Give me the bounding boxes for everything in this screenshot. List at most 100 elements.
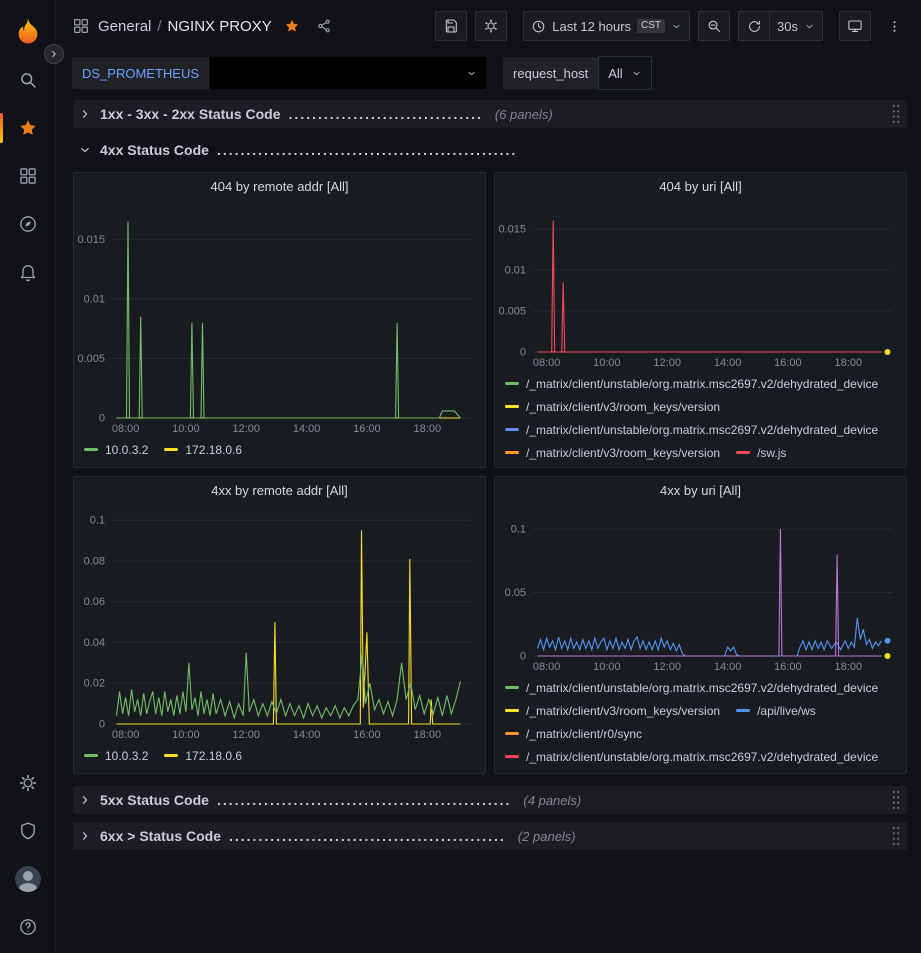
sidebar-item-explore[interactable] bbox=[0, 200, 55, 248]
svg-text:14:00: 14:00 bbox=[714, 661, 742, 673]
row-title-dots: ........................................… bbox=[217, 142, 517, 158]
legend-item[interactable]: /api/live/ws bbox=[736, 699, 816, 722]
legend-item[interactable]: /_matrix/client/v3/room_keys/version bbox=[505, 699, 720, 722]
dashboard-row-1xx-3xx-2xx[interactable]: 1xx - 3xx - 2xx Status Code ............… bbox=[73, 100, 907, 128]
panel-title[interactable]: 4xx by remote addr [All] bbox=[211, 483, 348, 498]
svg-text:14:00: 14:00 bbox=[293, 423, 321, 435]
dashboard-row-4xx[interactable]: 4xx Status Code ........................… bbox=[73, 136, 907, 164]
legend-item[interactable]: 10.0.3.2 bbox=[84, 744, 148, 767]
legend-item[interactable]: /sw.js bbox=[736, 441, 786, 464]
legend-item[interactable]: /_matrix/client/unstable/org.matrix.msc2… bbox=[505, 418, 878, 441]
svg-text:0: 0 bbox=[99, 719, 105, 731]
breadcrumb-dashboard-title[interactable]: NGINX PROXY bbox=[168, 18, 272, 35]
apps-grid-icon bbox=[18, 166, 38, 186]
svg-text:18:00: 18:00 bbox=[414, 423, 442, 435]
row-drag-handle[interactable] bbox=[891, 789, 901, 811]
panel-chart-area[interactable]: 00.050.108:0010:0012:0014:0016:0018:00 bbox=[495, 504, 906, 674]
panel-title[interactable]: 404 by remote addr [All] bbox=[210, 179, 348, 194]
shield-icon bbox=[18, 821, 38, 841]
breadcrumb-separator: / bbox=[157, 18, 161, 35]
legend-item[interactable]: /_matrix/client/r0/sync bbox=[505, 722, 642, 745]
sidebar-expand-toggle[interactable] bbox=[44, 44, 64, 64]
panel-header[interactable]: 4xx by uri [All] bbox=[495, 477, 906, 504]
sidebar-item-alerting[interactable] bbox=[0, 248, 55, 296]
series-color-marker bbox=[84, 754, 98, 757]
row-drag-handle[interactable] bbox=[891, 825, 901, 847]
sidebar-item-configuration[interactable] bbox=[0, 759, 55, 807]
svg-text:18:00: 18:00 bbox=[835, 357, 863, 369]
sidebar-bottom-group bbox=[0, 759, 55, 953]
sidebar-item-starred[interactable] bbox=[0, 104, 55, 152]
user-avatar bbox=[15, 866, 41, 892]
breadcrumb-section[interactable]: General bbox=[98, 18, 151, 35]
save-icon bbox=[443, 18, 459, 34]
refresh-interval-picker[interactable]: 30s bbox=[770, 11, 823, 41]
chevron-down-icon bbox=[804, 21, 815, 32]
legend-item[interactable]: 10.0.3.2 bbox=[84, 438, 148, 461]
more-options-button[interactable] bbox=[879, 11, 909, 41]
favorite-star-button[interactable] bbox=[284, 18, 300, 34]
zoom-out-time-button[interactable] bbox=[698, 11, 730, 41]
tv-kiosk-mode-button[interactable] bbox=[839, 11, 871, 41]
sidebar-item-server-admin[interactable] bbox=[0, 807, 55, 855]
panel-chart-area[interactable]: 00.0050.010.01508:0010:0012:0014:0016:00… bbox=[74, 200, 485, 436]
svg-text:16:00: 16:00 bbox=[774, 357, 802, 369]
timeseries-chart: 00.0050.010.01508:0010:0012:0014:0016:00… bbox=[74, 200, 485, 436]
svg-text:08:00: 08:00 bbox=[533, 661, 561, 673]
legend-item[interactable]: /_matrix/client/v3/room_keys/version bbox=[505, 395, 720, 418]
dashboard-panel: 404 by remote addr [All] 00.0050.010.015… bbox=[73, 172, 486, 468]
sidebar-item-dashboards[interactable] bbox=[0, 152, 55, 200]
dashboard-row-5xx[interactable]: 5xx Status Code ........................… bbox=[73, 786, 907, 814]
series-label: 172.18.0.6 bbox=[185, 443, 242, 457]
dashboard-settings-button[interactable] bbox=[475, 11, 507, 41]
series-label: /_matrix/client/r0/sync bbox=[526, 727, 642, 741]
series-color-marker bbox=[505, 732, 519, 735]
series-label: /_matrix/client/unstable/org.matrix.msc2… bbox=[526, 750, 878, 764]
panel-header[interactable]: 404 by uri [All] bbox=[495, 173, 906, 200]
panel-title[interactable]: 404 by uri [All] bbox=[659, 179, 741, 194]
legend-item[interactable]: /_matrix/client/unstable/org.matrix.msc2… bbox=[505, 372, 878, 395]
series-color-marker bbox=[505, 451, 519, 454]
legend-item[interactable]: /_matrix/client/unstable/org.matrix.msc2… bbox=[505, 676, 878, 699]
dashboard-row-6xx[interactable]: 6xx > Status Code ......................… bbox=[73, 822, 907, 850]
refresh-dashboard-button[interactable] bbox=[738, 11, 770, 41]
legend-item[interactable]: 172.18.0.6 bbox=[164, 744, 242, 767]
panel-chart-area[interactable]: 00.0050.010.01508:0010:0012:0014:0016:00… bbox=[495, 200, 906, 370]
sidebar-item-profile[interactable] bbox=[0, 855, 55, 903]
save-dashboard-button[interactable] bbox=[435, 11, 467, 41]
svg-text:08:00: 08:00 bbox=[112, 423, 140, 435]
panel-header[interactable]: 404 by remote addr [All] bbox=[74, 173, 485, 200]
timeseries-chart: 00.020.040.060.080.108:0010:0012:0014:00… bbox=[74, 504, 485, 742]
legend-item[interactable]: 172.18.0.6 bbox=[164, 438, 242, 461]
series-label: /_matrix/client/v3/room_keys/version bbox=[526, 400, 720, 414]
legend-item[interactable]: /_matrix/client/v3/room_keys/version bbox=[505, 441, 720, 464]
svg-text:10:00: 10:00 bbox=[593, 357, 621, 369]
sidebar-item-search[interactable] bbox=[0, 56, 55, 104]
panel-legend: /_matrix/client/unstable/org.matrix.msc2… bbox=[495, 370, 906, 467]
datasource-variable-label[interactable]: DS_PROMETHEUS bbox=[72, 57, 209, 89]
gear-icon bbox=[483, 18, 499, 34]
svg-text:0.02: 0.02 bbox=[84, 678, 105, 690]
time-range-picker[interactable]: Last 12 hours CST bbox=[523, 11, 690, 41]
request-host-variable-value[interactable]: All bbox=[598, 56, 651, 90]
series-label: /_matrix/client/v3/room_keys/version bbox=[526, 446, 720, 460]
chevron-right-icon bbox=[78, 829, 92, 843]
request-host-variable-label[interactable]: request_host bbox=[503, 57, 598, 89]
svg-text:16:00: 16:00 bbox=[353, 423, 381, 435]
legend-item[interactable]: /_matrix/client/unstable/org.matrix.msc2… bbox=[505, 745, 878, 768]
series-label: 10.0.3.2 bbox=[105, 443, 148, 457]
share-icon bbox=[316, 18, 332, 34]
dashboard-submenu: DS_PROMETHEUS request_host All bbox=[56, 52, 921, 94]
svg-text:16:00: 16:00 bbox=[353, 729, 381, 741]
datasource-variable-value[interactable] bbox=[209, 56, 487, 90]
panel-title[interactable]: 4xx by uri [All] bbox=[660, 483, 741, 498]
sidebar-item-help[interactable] bbox=[0, 903, 55, 951]
row-title: 6xx > Status Code bbox=[100, 828, 221, 844]
share-dashboard-button[interactable] bbox=[316, 18, 332, 34]
svg-text:16:00: 16:00 bbox=[774, 661, 802, 673]
row-drag-handle[interactable] bbox=[891, 103, 901, 125]
svg-text:0: 0 bbox=[520, 347, 526, 359]
monitor-icon bbox=[847, 18, 863, 34]
panel-chart-area[interactable]: 00.020.040.060.080.108:0010:0012:0014:00… bbox=[74, 504, 485, 742]
panel-header[interactable]: 4xx by remote addr [All] bbox=[74, 477, 485, 504]
